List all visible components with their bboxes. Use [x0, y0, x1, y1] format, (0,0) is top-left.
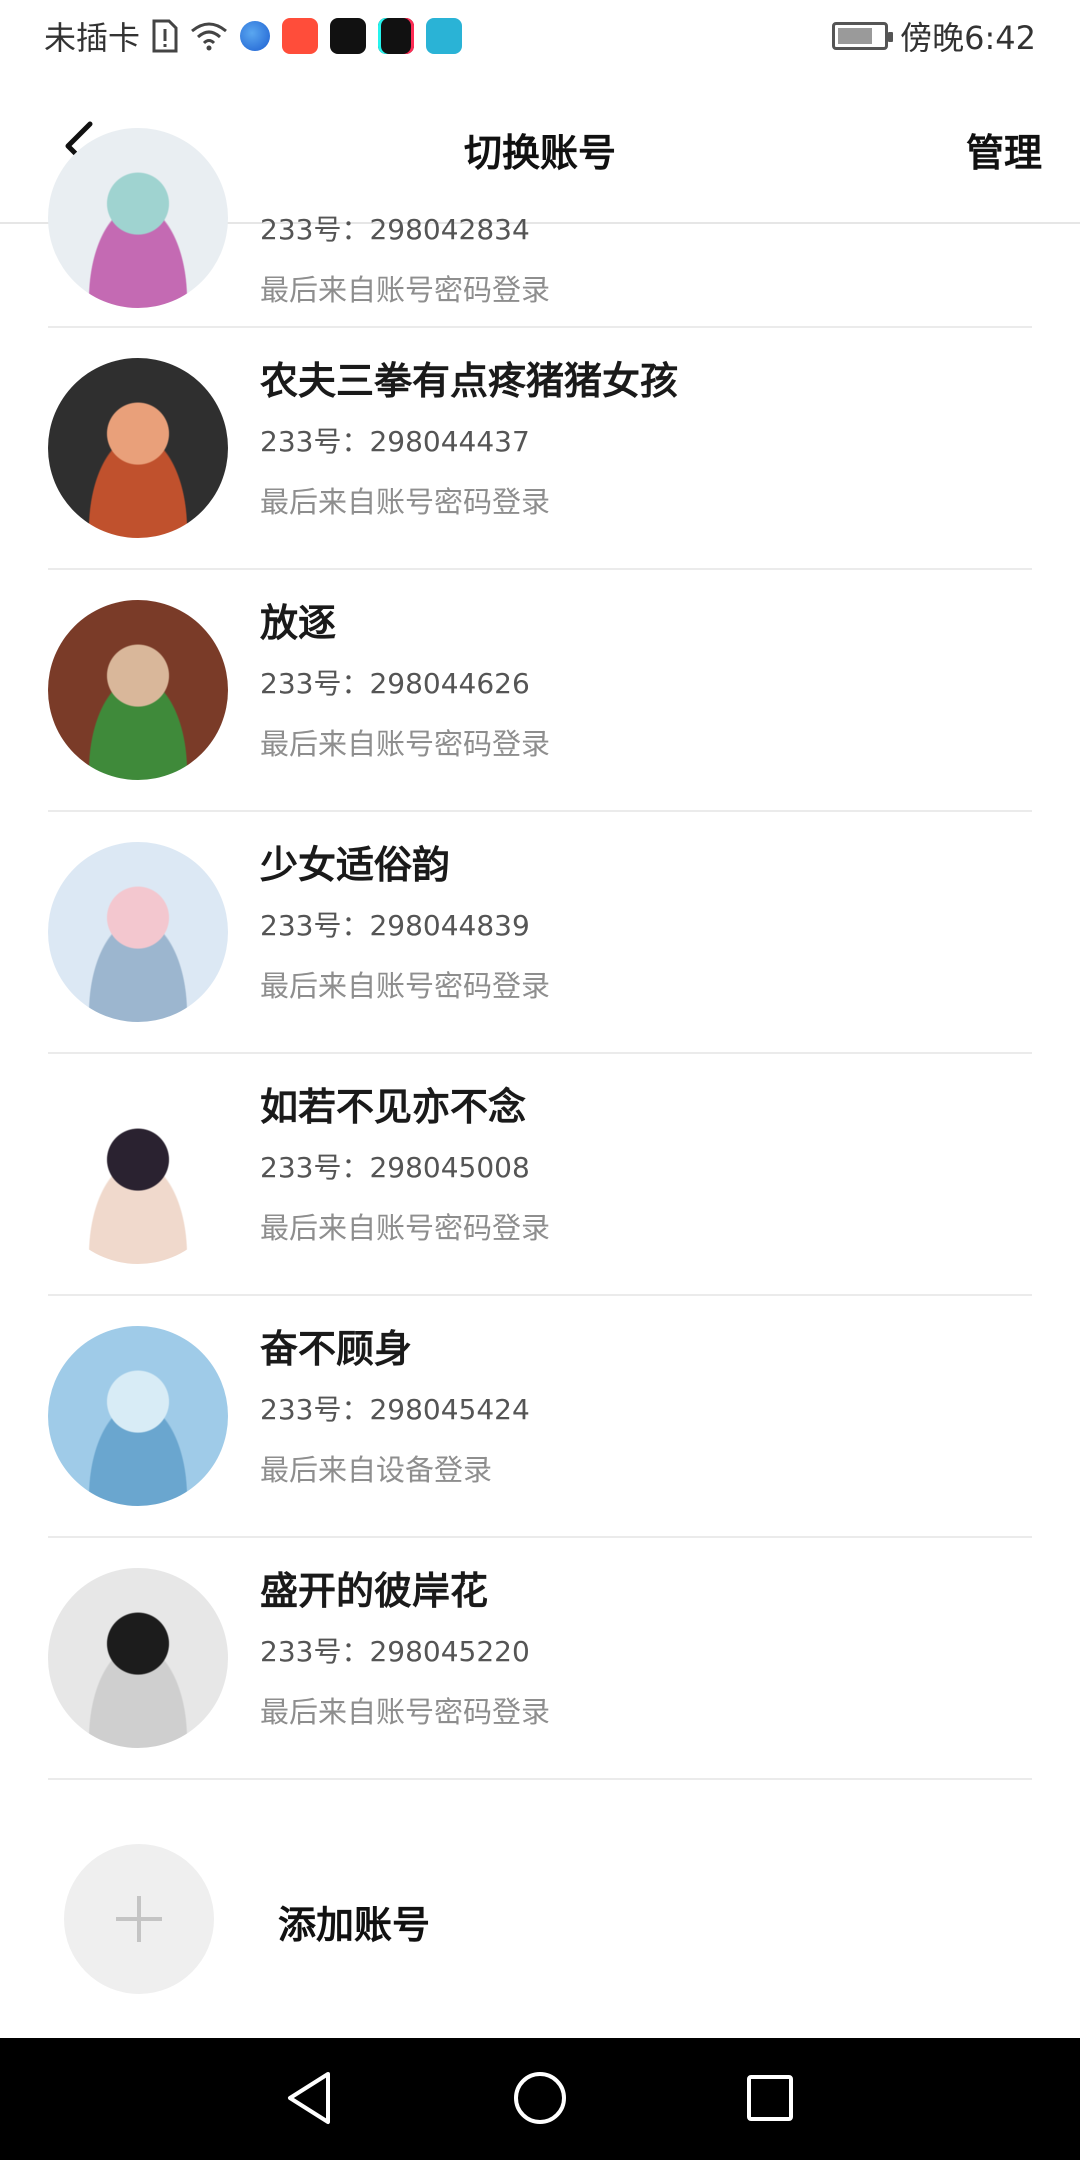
account-row[interactable]: 如若不见亦不念 233号：298045008 最后来自账号密码登录: [48, 1054, 1032, 1296]
account-uid: 233号：298045424: [260, 1393, 530, 1426]
account-text: 放逐 233号：298044626 最后来自账号密码登录: [260, 592, 550, 774]
account-uid: 233号：298042834: [260, 213, 530, 246]
account-login-method: 最后来自账号密码登录: [260, 727, 551, 761]
home-circle-icon[interactable]: [508, 2066, 572, 2130]
account-row[interactable]: 放逐 233号：298044626 最后来自账号密码登录: [48, 570, 1032, 812]
account-text: 盛开的彼岸花 233号：298045220 最后来自账号密码登录: [260, 1560, 550, 1742]
capcut-app-icon: [330, 18, 367, 54]
account-text: 少女适俗韵 233号：298044839 最后来自账号密码登录: [260, 834, 550, 1016]
back-triangle-icon[interactable]: [278, 2066, 342, 2130]
status-right: 傍晚6:42: [832, 13, 1036, 59]
account-text: 如若不见亦不念 233号：298045008 最后来自账号密码登录: [260, 1076, 550, 1258]
account-avatar: [48, 1326, 228, 1506]
account-name: 如若不见亦不念: [260, 1085, 527, 1129]
add-account-button[interactable]: 添加账号: [64, 1844, 1014, 1994]
account-login-method: 最后来自账号密码登录: [260, 485, 551, 519]
system-nav-bar: [0, 2038, 1080, 2160]
status-time: 傍晚6:42: [900, 19, 1036, 57]
account-avatar: [48, 1084, 228, 1264]
account-uid: 233号：298045220: [260, 1635, 530, 1668]
browser-app-icon: [240, 21, 271, 51]
account-login-method: 最后来自设备登录: [260, 1453, 493, 1487]
account-avatar: [48, 128, 228, 308]
tiktok-app-icon: [378, 18, 415, 54]
account-avatar: [48, 842, 228, 1022]
account-row[interactable]: 233号：298042834 最后来自账号密码登录: [48, 128, 1032, 328]
account-uid: 233号：298044626: [260, 667, 530, 700]
account-text: 奋不顾身 233号：298045424 最后来自设备登录: [260, 1318, 530, 1500]
account-text: 233号：298042834 最后来自账号密码登录: [260, 200, 550, 320]
recents-square-icon[interactable]: [738, 2066, 802, 2130]
account-login-method: 最后来自账号密码登录: [260, 1211, 551, 1245]
account-name: 农夫三拳有点疼猪猪女孩: [260, 359, 679, 403]
account-avatar: [48, 600, 228, 780]
reader-app-icon: [426, 18, 463, 54]
sim-alert-icon: [152, 19, 178, 53]
account-text: 农夫三拳有点疼猪猪女孩 233号：298044437 最后来自账号密码登录: [260, 350, 678, 532]
account-login-method: 最后来自账号密码登录: [260, 1695, 551, 1729]
account-uid: 233号：298044839: [260, 909, 530, 942]
status-left: 未插卡: [44, 13, 463, 59]
status-bar: 未插卡 傍晚6:42: [0, 0, 1080, 72]
carrier-text: 未插卡: [44, 19, 141, 57]
account-name: 盛开的彼岸花: [260, 1569, 489, 1613]
account-row[interactable]: 农夫三拳有点疼猪猪女孩 233号：298044437 最后来自账号密码登录: [48, 328, 1032, 570]
account-avatar: [48, 1568, 228, 1748]
plus-icon: [116, 1896, 162, 1942]
account-row[interactable]: 奋不顾身 233号：298045424 最后来自设备登录: [48, 1296, 1032, 1538]
account-row[interactable]: 盛开的彼岸花 233号：298045220 最后来自账号密码登录: [48, 1538, 1032, 1780]
kuaishou-app-icon: [282, 18, 319, 54]
wifi-icon: [191, 22, 227, 51]
account-login-method: 最后来自账号密码登录: [260, 969, 551, 1003]
account-name: 奋不顾身: [260, 1327, 413, 1371]
account-avatar: [48, 358, 228, 538]
account-row[interactable]: 少女适俗韵 233号：298044839 最后来自账号密码登录: [48, 812, 1032, 1054]
add-account-label: 添加账号: [278, 1903, 431, 1947]
account-login-method: 最后来自账号密码登录: [260, 273, 551, 307]
account-uid: 233号：298045008: [260, 1151, 530, 1184]
add-account-circle[interactable]: [64, 1844, 214, 1994]
account-name: 少女适俗韵: [260, 843, 451, 887]
account-name: 放逐: [260, 601, 337, 645]
account-uid: 233号：298044437: [260, 425, 530, 458]
battery-icon: [832, 22, 894, 50]
manage-button[interactable]: 管理: [966, 122, 1042, 177]
